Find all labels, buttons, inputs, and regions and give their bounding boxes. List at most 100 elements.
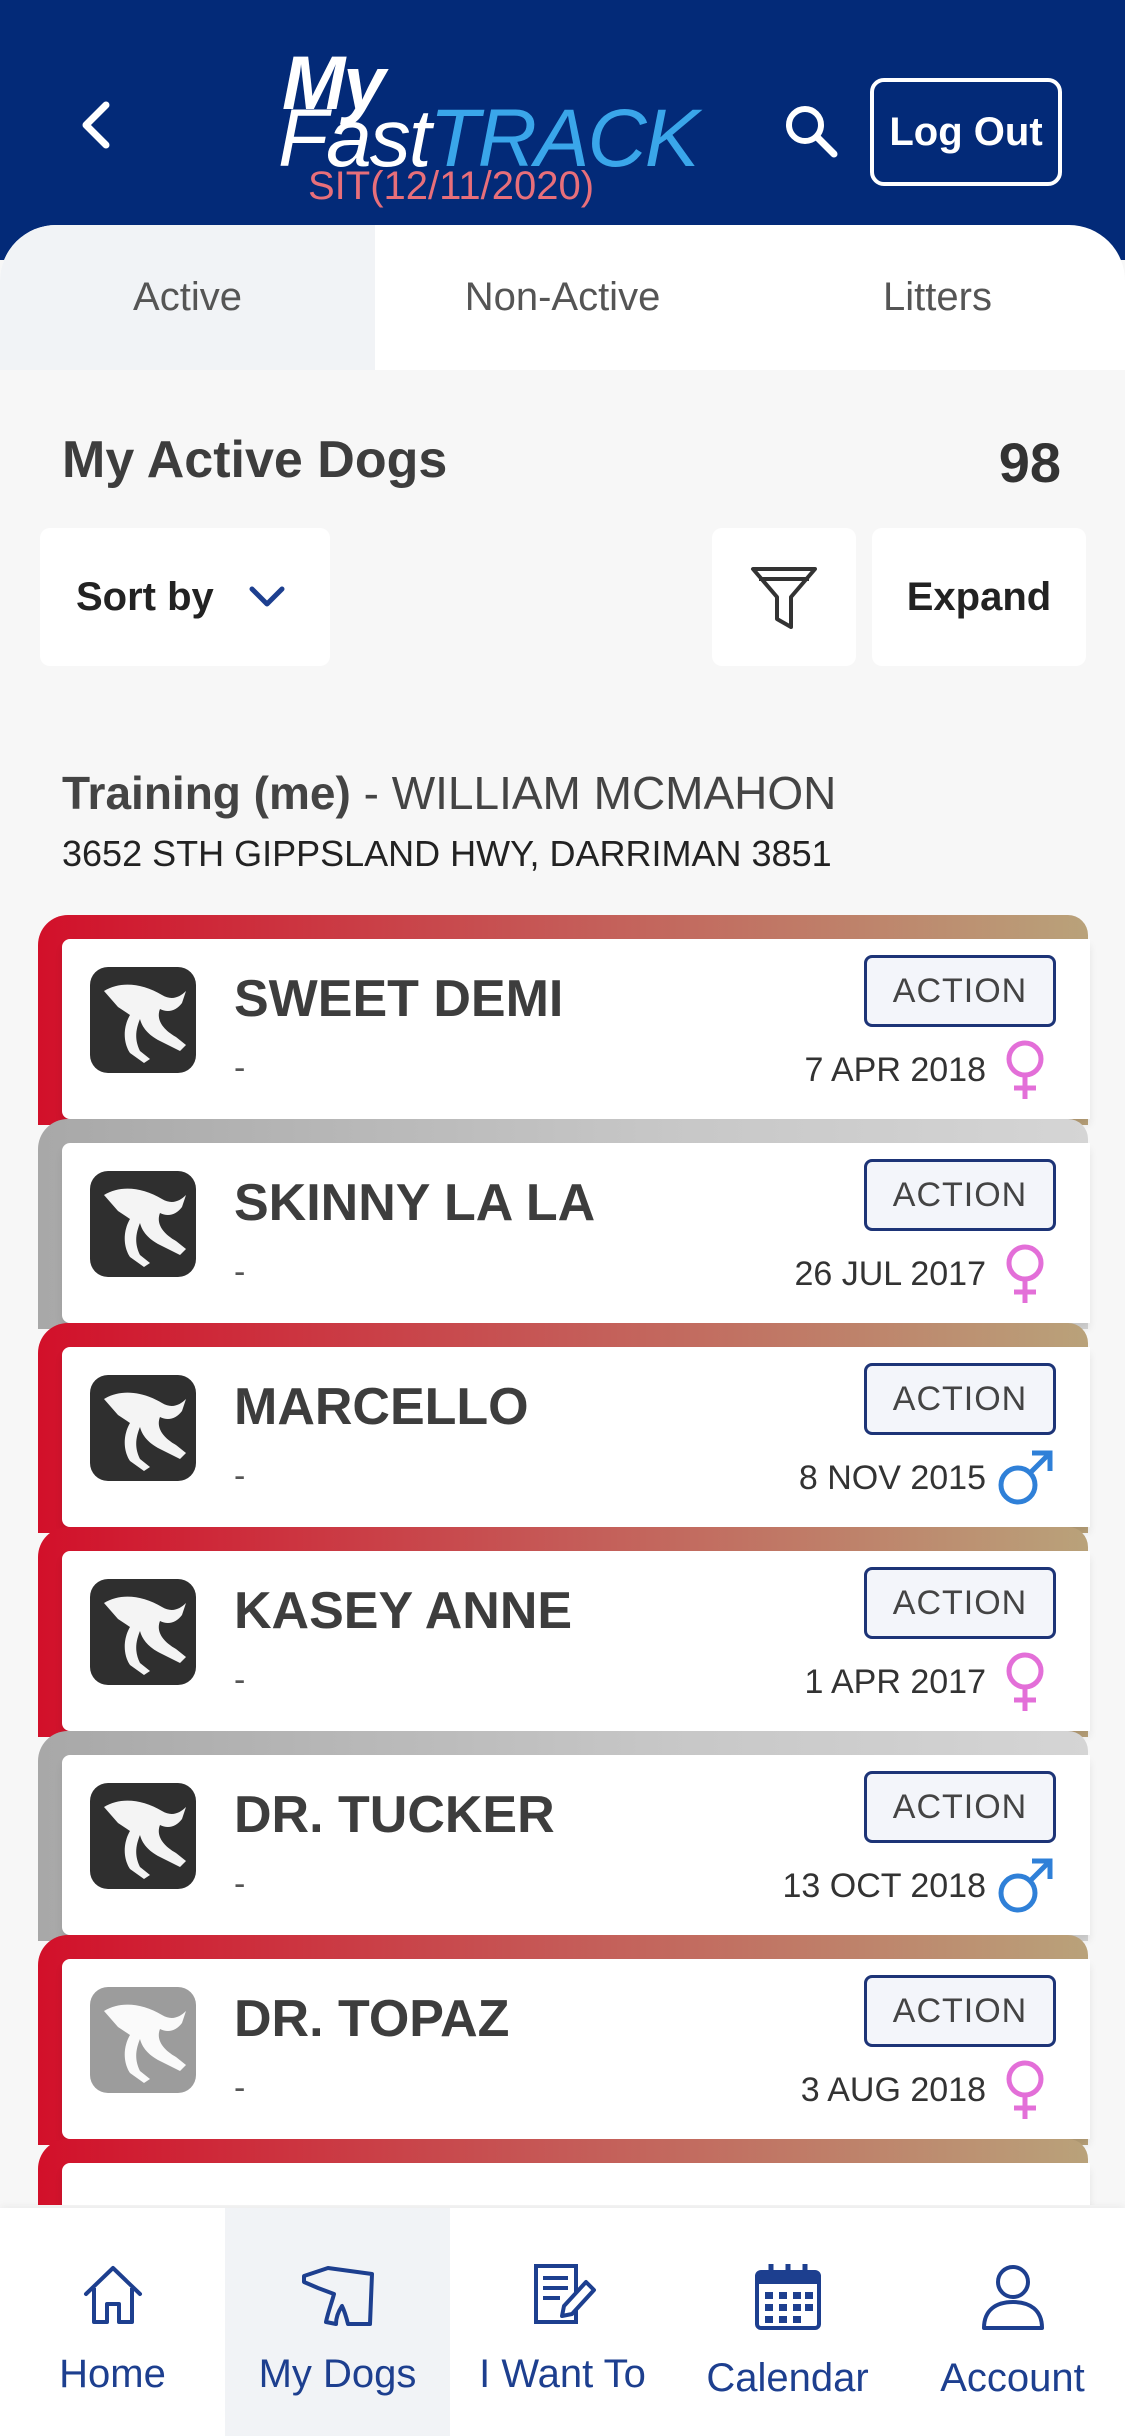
- dog-birth-date: 3 AUG 2018: [800, 2071, 986, 2109]
- dog-card[interactable]: KASEY ANNE - ACTION 1 APR 2017: [38, 1527, 1090, 1737]
- dog-sex: [996, 1649, 1054, 1713]
- app-logo: My FastTRACK SIT(12/11/2020): [270, 40, 699, 210]
- dog-birth-date: 1 APR 2017: [804, 1663, 986, 1701]
- dog-avatar: [90, 1375, 196, 1481]
- female-icon: [1006, 1244, 1044, 1303]
- environment-label: SIT(12/11/2020): [308, 164, 595, 208]
- filter-icon: [751, 567, 817, 629]
- dog-sex: [996, 2057, 1054, 2121]
- filter-button[interactable]: [712, 528, 856, 666]
- male-icon: [998, 1858, 1053, 1913]
- dog-card-body[interactable]: SWEET DEMI - ACTION 7 APR 2018: [62, 939, 1090, 1119]
- nav-calendar[interactable]: Calendar: [675, 2208, 900, 2436]
- action-button[interactable]: ACTION: [864, 1363, 1056, 1435]
- dog-subtitle: -: [234, 1253, 246, 1291]
- dog-birth-date: 13 OCT 2018: [782, 1867, 986, 1905]
- greyhound-icon: [104, 1188, 186, 1267]
- dog-name: MARCELLO: [234, 1378, 529, 1436]
- dog-sex: [996, 1037, 1054, 1101]
- action-button[interactable]: ACTION: [864, 1975, 1056, 2047]
- expand-button[interactable]: Expand: [872, 528, 1086, 666]
- calendar-icon: [754, 2264, 821, 2330]
- dog-name: KASEY ANNE: [234, 1582, 573, 1640]
- dog-name: SKINNY LA LA: [234, 1174, 596, 1232]
- nav-my-dogs-label: My Dogs: [258, 2352, 417, 2396]
- dog-count: 98: [998, 431, 1061, 494]
- back-button[interactable]: [70, 95, 120, 155]
- dog-avatar: [90, 1171, 196, 1277]
- sort-by-label: Sort by: [76, 574, 214, 619]
- nav-home[interactable]: Home: [0, 2208, 225, 2436]
- dog-card-body[interactable]: DR. TOPAZ - ACTION 3 AUG 2018: [62, 1959, 1090, 2139]
- tab-non-active[interactable]: Non-Active: [375, 225, 750, 370]
- nav-i-want-to[interactable]: I Want To: [450, 2208, 675, 2436]
- dog-birth-date: 26 JUL 2017: [794, 1255, 986, 1293]
- dog-name: DR. TUCKER: [234, 1786, 555, 1844]
- chevron-left-icon: [82, 101, 110, 149]
- dog-card-partial[interactable]: [38, 2139, 1090, 2205]
- dog-birth-date: 8 NOV 2015: [798, 1459, 986, 1497]
- nav-home-label: Home: [59, 2352, 166, 2396]
- dog-subtitle: -: [234, 1457, 246, 1495]
- nav-account-label: Account: [940, 2356, 1085, 2400]
- bottom-navigation: Home My Dogs I Want To Calendar Account: [0, 2208, 1125, 2436]
- dog-card[interactable]: SKINNY LA LA - ACTION 26 JUL 2017: [38, 1119, 1090, 1329]
- dog-card[interactable]: MARCELLO - ACTION 8 NOV 2015: [38, 1323, 1090, 1533]
- dog-card-body[interactable]: MARCELLO - ACTION 8 NOV 2015: [62, 1347, 1090, 1527]
- search-button[interactable]: [780, 100, 840, 160]
- dog-card[interactable]: SWEET DEMI - ACTION 7 APR 2018: [38, 915, 1090, 1125]
- sort-by-button[interactable]: Sort by: [40, 528, 330, 666]
- trainer-heading: Training (me) - WILLIAM MCMAHON: [62, 766, 836, 820]
- dog-birth-date: 7 APR 2018: [804, 1051, 986, 1089]
- dog-card-body[interactable]: KASEY ANNE - ACTION 1 APR 2017: [62, 1551, 1090, 1731]
- dog-card[interactable]: DR. TUCKER - ACTION 13 OCT 2018: [38, 1731, 1090, 1941]
- dog-sex: [996, 1853, 1054, 1917]
- dog-name: DR. TOPAZ: [234, 1990, 510, 2048]
- action-button[interactable]: ACTION: [864, 1771, 1056, 1843]
- nav-calendar-label: Calendar: [706, 2356, 869, 2400]
- dog-avatar: [90, 1579, 196, 1685]
- dog-icon: [301, 2266, 374, 2326]
- dog-name: SWEET DEMI: [234, 970, 564, 1028]
- greyhound-icon: [104, 984, 186, 1063]
- female-icon: [1006, 2060, 1044, 2119]
- dog-status-tabs: Active Non-Active Litters: [0, 225, 1125, 370]
- greyhound-icon: [104, 1800, 186, 1879]
- dog-subtitle: -: [234, 1865, 246, 1903]
- greyhound-icon: [104, 2004, 186, 2083]
- logout-button[interactable]: Log Out: [870, 78, 1062, 186]
- dog-card-body[interactable]: [62, 2163, 1090, 2205]
- dog-subtitle: -: [234, 1049, 246, 1087]
- dog-sex: [996, 1445, 1054, 1509]
- tab-litters[interactable]: Litters: [750, 225, 1125, 370]
- edit-document-icon: [533, 2264, 596, 2324]
- trainer-separator: -: [350, 767, 392, 819]
- dog-card-body[interactable]: SKINNY LA LA - ACTION 26 JUL 2017: [62, 1143, 1090, 1323]
- nav-i-want-to-label: I Want To: [479, 2352, 646, 2396]
- dog-avatar: [90, 1783, 196, 1889]
- trainer-role: Training (me): [62, 767, 351, 819]
- dog-sex: [996, 1241, 1054, 1305]
- account-icon: [981, 2265, 1044, 2330]
- trainer-address: 3652 STH GIPPSLAND HWY, DARRIMAN 3851: [62, 833, 832, 874]
- trainer-name: WILLIAM MCMAHON: [391, 767, 837, 819]
- greyhound-icon: [104, 1596, 186, 1675]
- tab-active[interactable]: Active: [0, 225, 375, 370]
- app-header: My FastTRACK SIT(12/11/2020) Log Out: [0, 0, 1125, 260]
- action-button[interactable]: ACTION: [864, 1159, 1056, 1231]
- nav-my-dogs[interactable]: My Dogs: [225, 2208, 450, 2436]
- nav-account[interactable]: Account: [900, 2208, 1125, 2436]
- chevron-down-icon: [249, 586, 285, 607]
- male-icon: [998, 1450, 1053, 1505]
- home-icon: [83, 2266, 142, 2324]
- female-icon: [1006, 1040, 1044, 1099]
- female-icon: [1006, 1652, 1044, 1711]
- action-button[interactable]: ACTION: [864, 955, 1056, 1027]
- action-button[interactable]: ACTION: [864, 1567, 1056, 1639]
- dog-subtitle: -: [234, 1661, 246, 1699]
- dog-avatar: [90, 967, 196, 1073]
- dog-subtitle: -: [234, 2069, 246, 2107]
- dog-card-body[interactable]: DR. TUCKER - ACTION 13 OCT 2018: [62, 1755, 1090, 1935]
- page-title: My Active Dogs: [62, 431, 448, 489]
- dog-card[interactable]: DR. TOPAZ - ACTION 3 AUG 2018: [38, 1935, 1090, 2145]
